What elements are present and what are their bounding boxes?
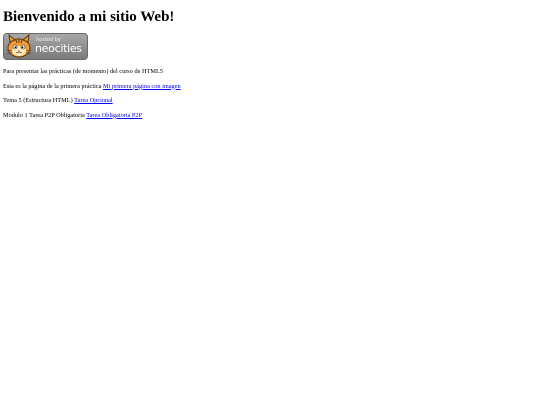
topic5-text: Tema 5 (Estructura HTML) bbox=[3, 97, 75, 104]
intro-text: Para presentar las prácticas (de momento… bbox=[3, 68, 163, 75]
neocities-badge-link[interactable]: hosted by neocities bbox=[3, 33, 88, 60]
hosted-by-badge-container: hosted by neocities bbox=[3, 33, 89, 61]
neocities-cat-icon bbox=[6, 34, 32, 58]
page-title: Bienvenido a mi sitio Web! bbox=[3, 9, 175, 25]
module1-line: Modulo 1 Tarea P2P Obligatoria Tarea Obl… bbox=[3, 112, 537, 120]
optional-task-link[interactable]: Tarea Opcional bbox=[74, 97, 113, 104]
mandatory-p2p-task-link[interactable]: Tarea Obligatoria P2P bbox=[86, 112, 142, 119]
neocities-brand-label: neocities bbox=[35, 42, 82, 55]
module1-text: Modulo 1 Tarea P2P Obligatoria bbox=[3, 111, 87, 119]
intro-line: Para presentar las prácticas (de momento… bbox=[3, 68, 537, 76]
practice-line: Esta es la página de la primera práctica… bbox=[3, 83, 537, 91]
page: Bienvenido a mi sitio Web! hosted by neo… bbox=[0, 0, 540, 405]
topic5-line: Tema 5 (Estructura HTML) Tarea Opcional bbox=[3, 97, 537, 105]
practice-text: Esta es la página de la primera práctica bbox=[3, 82, 103, 90]
first-page-with-image-link[interactable]: Mi primera página con imagen bbox=[103, 83, 181, 90]
